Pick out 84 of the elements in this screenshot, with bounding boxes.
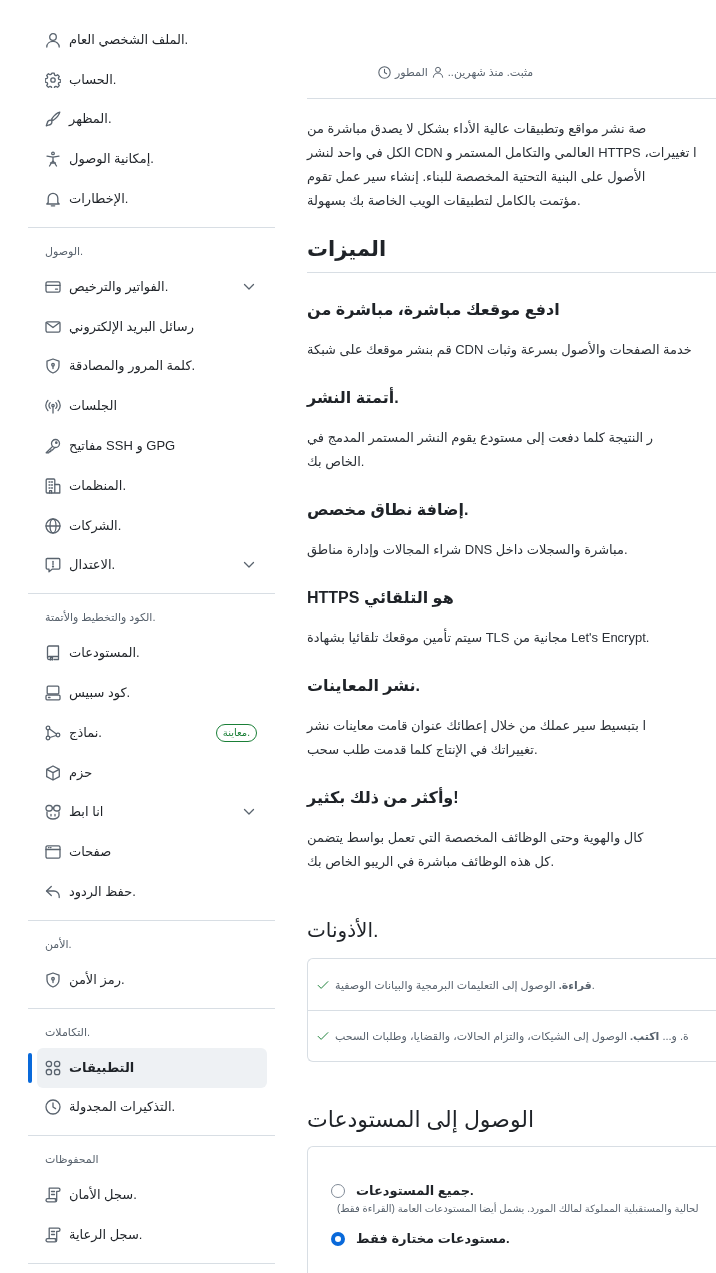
sidebar-item[interactable]: انا ابط [37, 792, 267, 833]
option-label: .مستودعات مختارة فقط [356, 1230, 510, 1248]
sidebar-item[interactable]: GPG و SSH مفاتيح [37, 426, 267, 466]
section-heading: المحفوظات [45, 1152, 99, 1168]
selection-indicator [28, 1052, 32, 1083]
section-heading: .الكود والتخطيط والأتمتة [45, 609, 156, 626]
credit-card-icon [45, 278, 61, 295]
sidebar-item[interactable]: .إمكانية الوصول [37, 139, 267, 180]
sidebar-item[interactable]: صفحات [37, 832, 267, 873]
goggles-icon [45, 804, 61, 821]
section-heading: .الأمن [45, 936, 72, 952]
option-description: لحالية والمستقبلية المملوكة لمالك المورد. يشمل أيضا المستودعات العامة (القراءة فقط) [337, 1201, 699, 1217]
section-title: الميزات [307, 236, 387, 263]
install-info: مثبت. منذ شهرين.. [447, 64, 534, 81]
sidebar-item[interactable]: .التذكيرات المجدولة [37, 1087, 267, 1128]
envelope-icon [45, 318, 61, 335]
clock-icon [378, 65, 391, 79]
sidebar-item[interactable]: .الشركات [37, 505, 267, 546]
sidebar-item[interactable]: .الحساب [37, 59, 267, 100]
description-text: صة نشر مواقع وتطبيقات عالية الأداء بشكل لا يصدق مباشرة من ا تغييرات، HTTPS العالمي والتكامل المستمر و CDN الكل في واحد لنشر الأصول على البنية التحتية المخصصة للبناء. إنشاء سير عمل تقوم .مؤتمت بالكامل لتطبيقات الويب الخاصة بك بسهولة [307, 119, 697, 211]
feature-text: .مباشرة والسجلات داخل DNS شراء المجالات وإدارة مناطق [307, 541, 628, 560]
laptop-icon [45, 685, 61, 702]
shield-icon [45, 358, 61, 375]
feature-text: .Let's Encrypt مجانية من TLS سيتم تأمين موقعك تلقائيا بشهادة [307, 627, 650, 648]
sidebar-item[interactable]: .المنظمات [37, 465, 267, 506]
scroll-icon [45, 1227, 61, 1243]
sidebar-item[interactable]: رسائل البريد الإلكتروني [37, 306, 267, 347]
radio-button[interactable] [331, 1184, 345, 1198]
nodes-icon [45, 724, 61, 741]
feature-title: .أتمتة النشر [307, 386, 399, 409]
section-title: الوصول إلى المستودعات [307, 1106, 535, 1135]
alert-bubble-icon [45, 557, 61, 574]
feature-title: .نشر المعاينات [307, 676, 420, 697]
browser-window-icon [45, 844, 61, 861]
section-heading: .الوصول [45, 244, 84, 259]
clock-icon [45, 1099, 61, 1116]
feature-text: خدمة الصفحات والأصول بسرعة وثبات CDN قم بنشر موقعك على شبكة [307, 340, 692, 360]
permission-text: ة. و... اكتب. الوصول إلى الشيكات، والتزام الحالات، والقضايا، وطلبات السحب [335, 1029, 689, 1044]
person-icon [431, 66, 444, 78]
feature-text: كال والهوية وحتى الوظائف المخصصة التي تعمل بواسط يتضمن .كل هذه الوظائف مباشرة في الريبو الخاص بك [307, 829, 644, 872]
globe-icon [45, 517, 61, 534]
feature-title: ادفع موقعك مباشرة، مباشرة من [307, 300, 560, 321]
paintbrush-icon [45, 111, 61, 128]
sidebar-item[interactable]: الجلسات [37, 386, 267, 427]
sidebar-item[interactable]: .سجل الرعاية [37, 1215, 267, 1255]
check-icon [317, 978, 329, 991]
reply-arrow-icon [45, 884, 61, 901]
sidebar-item[interactable]: .الملف الشخصي العام [37, 20, 267, 60]
accessibility-icon [45, 151, 61, 168]
four-squares-icon [45, 1059, 61, 1076]
scroll-icon [45, 1187, 61, 1204]
sidebar-item[interactable]: .الاعتدال [37, 545, 267, 586]
cube-icon [45, 764, 61, 781]
feature-title: هو التلقائي HTTPS [307, 588, 454, 610]
book-icon [45, 645, 61, 662]
sidebar-item[interactable]: .كود سبيس [37, 673, 267, 713]
sidebar-item[interactable]: .الإخطارات [37, 179, 267, 219]
sidebar-item[interactable]: .المستودعات [37, 633, 267, 674]
sidebar-item[interactable]: .حفظ الردود [37, 872, 267, 912]
sidebar-item[interactable]: .كلمة المرور والمصادقة [37, 346, 267, 387]
building-icon [45, 477, 61, 494]
sidebar-item[interactable]: .سجل الأمان [37, 1175, 267, 1216]
key-icon [45, 438, 61, 455]
permission-text: .قراءة. الوصول إلى التعليمات البرمجية والبيانات الوصفية [335, 977, 595, 993]
sidebar-item[interactable]: .نماذج .معاينة [37, 712, 267, 753]
gear-icon [45, 71, 61, 88]
sidebar-item[interactable]: .المظهر [37, 99, 267, 140]
feature-title: !وأكثر من ذلك بكثير [307, 786, 459, 809]
section-heading: .التكاملات [45, 1024, 91, 1040]
feature-title: .إضافة نطاق مخصص [307, 500, 469, 521]
section-title: .الأذونات [307, 917, 379, 944]
bell-icon [45, 191, 61, 208]
sidebar-item[interactable]: .رمز الأمن [37, 959, 267, 1000]
broadcast-icon [45, 398, 61, 415]
check-icon [317, 1030, 329, 1042]
feature-text: ر النتيجة كلما دفعت إلى مستودع يقوم النشر المستمر المدمج في .الخاص بك [307, 429, 654, 472]
feature-text: ا بتبسيط سير عملك من خلال إعطائك عنوان قامت معاينات نشر .تغييراتك في الإنتاج كلما قدمت طلب سحب [307, 717, 647, 759]
sidebar-item[interactable]: حزم [37, 752, 267, 793]
sidebar-item[interactable]: .الفواتير والترخيص [37, 267, 267, 307]
radio-button[interactable] [331, 1232, 345, 1246]
shield-icon [45, 971, 61, 988]
option-label: .جميع المستودعات [356, 1182, 474, 1200]
author-link[interactable]: المطور [395, 63, 428, 81]
person-icon [45, 31, 61, 48]
